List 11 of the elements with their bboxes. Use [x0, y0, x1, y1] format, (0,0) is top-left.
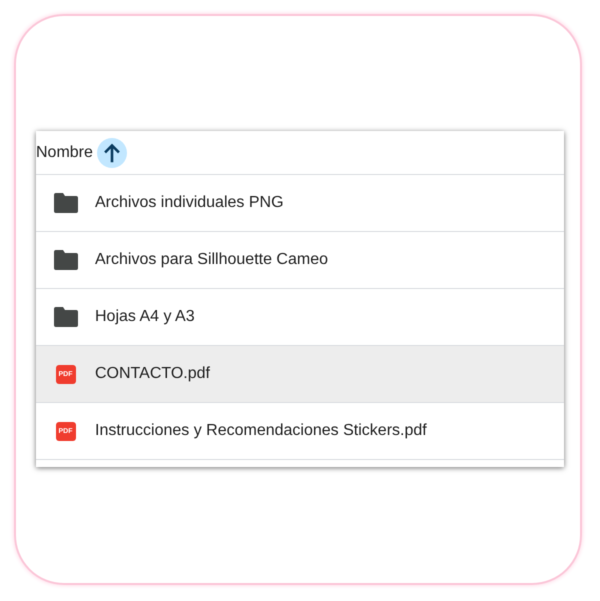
column-header[interactable]: Nombre	[36, 144, 93, 162]
file-row[interactable]: Archivos para Sillhouette Cameo	[36, 232, 564, 289]
file-name: CONTACTO.pdf	[95, 365, 210, 383]
folder-icon	[54, 250, 78, 270]
file-name: Instrucciones y Recomendaciones Stickers.pdf	[95, 422, 427, 440]
file-name: Hojas A4 y A3	[95, 308, 195, 326]
file-name: Archivos individuales PNG	[95, 194, 284, 212]
file-name: Archivos para Sillhouette Cameo	[95, 251, 328, 269]
file-row[interactable]: Archivos individuales PNG	[36, 175, 564, 232]
folder-icon	[54, 307, 78, 327]
folder-icon	[54, 193, 78, 213]
